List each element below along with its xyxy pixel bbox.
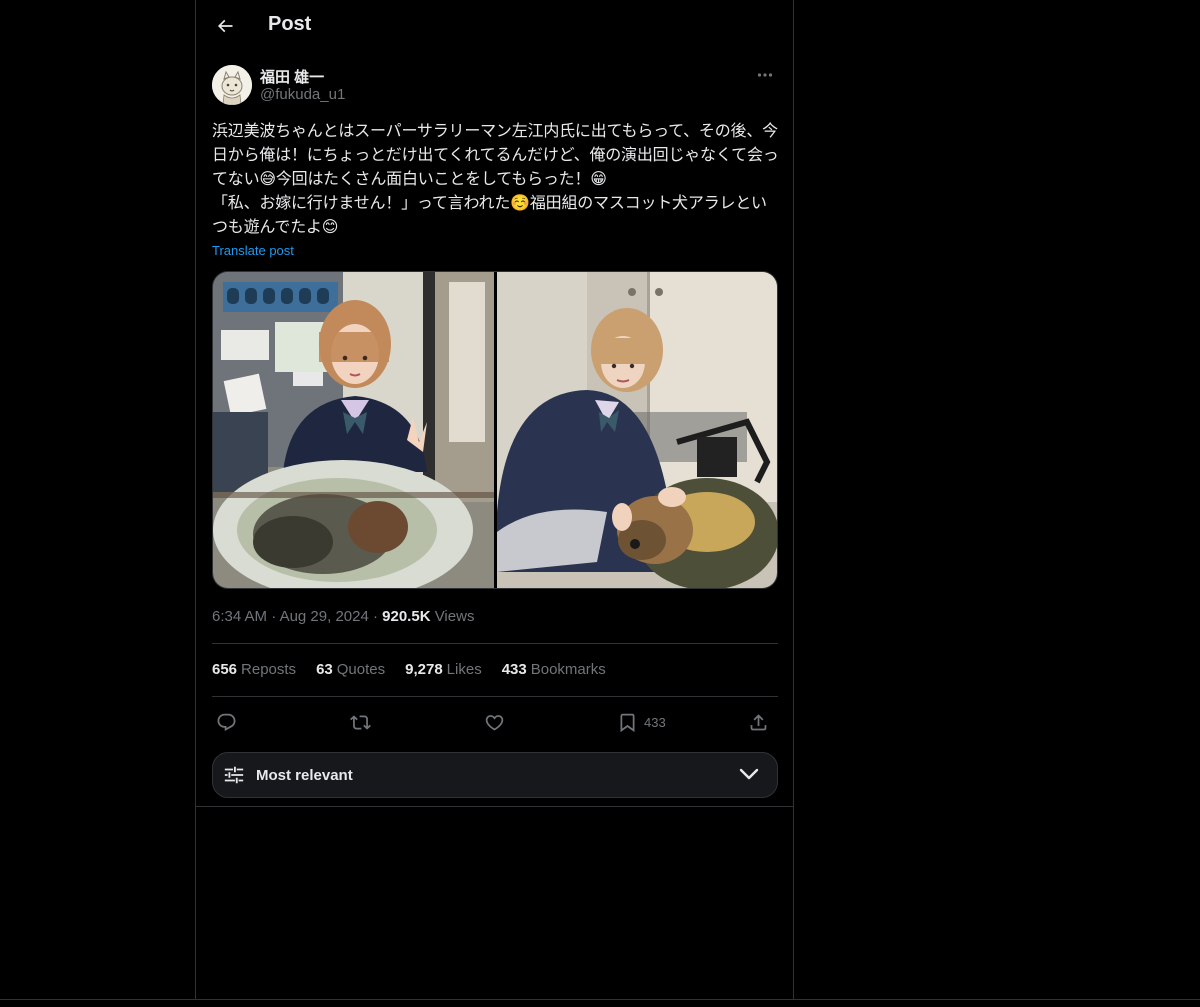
repost-icon <box>350 712 371 733</box>
post-stats: 656 Reposts 63 Quotes 9,278 Likes 433 Bookma… <box>212 661 606 678</box>
likes-stat[interactable]: 9,278 Likes <box>405 661 482 678</box>
back-button[interactable] <box>208 9 242 43</box>
reposts-stat[interactable]: 656 Reposts <box>212 661 296 678</box>
bookmarks-stat[interactable]: 433 Bookmarks <box>502 661 606 678</box>
sliders-icon <box>223 764 245 786</box>
author-handle[interactable]: @fukuda_u1 <box>260 86 345 103</box>
quotes-count: 63 <box>316 661 333 678</box>
translate-post-link[interactable]: Translate post <box>212 243 294 258</box>
bookmarks-count: 433 <box>501 661 527 678</box>
sort-label: Most relevant <box>256 767 353 784</box>
divider <box>212 696 778 697</box>
bookmarks-label: Bookmarks <box>530 661 606 678</box>
section-divider <box>196 806 793 807</box>
reply-icon <box>216 712 237 733</box>
page-title: Post <box>268 13 312 35</box>
post-photo-1[interactable] <box>213 272 494 588</box>
chevron-down-icon <box>739 767 759 781</box>
post-header: Post <box>196 0 793 54</box>
share-icon <box>748 712 769 733</box>
quotes-label: Quotes <box>336 661 386 678</box>
post-text: 浜辺美波ちゃんとはスーパーサラリーマン左江内氏に出てもらって、その後、今日から俺… <box>212 121 779 236</box>
more-horizontal-icon <box>757 72 773 78</box>
more-options-button[interactable] <box>753 64 777 86</box>
author-display-name[interactable]: 福田 雄一 <box>260 66 324 87</box>
arrow-left-icon <box>215 16 235 36</box>
post-column: Post 福田 雄一 @fukuda_u1 浜辺美波ちゃんとはスーパーサラリーマ… <box>195 0 794 1000</box>
heart-icon <box>484 712 505 733</box>
likes-count: 9,278 <box>405 661 443 678</box>
bookmark-count: 433 <box>644 714 666 730</box>
repost-button[interactable] <box>350 708 371 736</box>
replies-sort-dropdown[interactable]: Most relevant <box>212 752 778 798</box>
post-metadata: 6:34 AM · Aug 29, 2024 · 920.5K Views <box>212 608 474 625</box>
divider <box>212 643 778 644</box>
meta-separator: · <box>372 608 383 625</box>
likes-label: Likes <box>446 661 482 678</box>
views-label: Views <box>434 608 475 625</box>
post-actions: 433 <box>212 708 778 736</box>
reposts-count: 656 <box>212 661 238 678</box>
post-date[interactable]: Aug 29, 2024 <box>280 608 369 625</box>
post-author: 福田 雄一 @fukuda_u1 <box>212 64 777 108</box>
reply-button[interactable] <box>216 708 237 736</box>
post-time[interactable]: 6:34 AM <box>212 608 267 625</box>
post-media <box>212 271 778 589</box>
quotes-stat[interactable]: 63 Quotes <box>316 661 385 678</box>
share-button[interactable] <box>748 708 769 736</box>
views-count: 920.5K <box>382 608 431 625</box>
like-button[interactable] <box>484 708 505 736</box>
bookmark-icon <box>617 712 638 733</box>
reposts-label: Reposts <box>241 661 297 678</box>
bookmark-button[interactable]: 433 <box>617 708 666 736</box>
page-bottom-border <box>0 999 1200 1000</box>
avatar[interactable] <box>212 65 252 105</box>
meta-separator: · <box>271 608 280 625</box>
post-photo-2[interactable] <box>496 272 777 588</box>
